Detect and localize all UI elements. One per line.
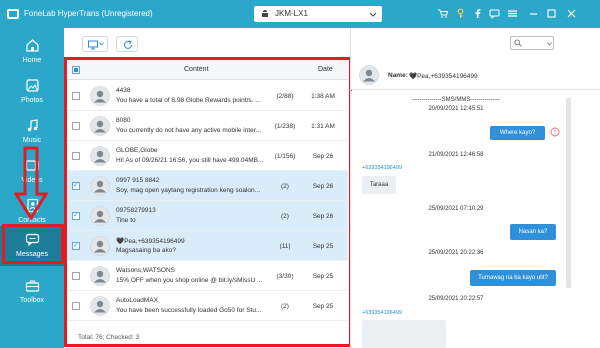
message-timestamp: 25/09/2021 20:22:36 — [428, 250, 484, 256]
refresh-button[interactable] — [116, 36, 138, 52]
toolbox-icon — [25, 280, 40, 292]
home-icon — [26, 39, 39, 52]
conversation-toolbar — [351, 28, 600, 60]
message-bubble-incoming: Taraaa — [362, 176, 396, 194]
search-icon — [514, 39, 522, 47]
message-timestamp: 25/09/2021 07:10:29 — [428, 206, 484, 212]
message-sender: +639354196499 — [362, 165, 402, 171]
photos-icon — [26, 79, 39, 92]
conversation-name: 🖤Pea,+639354196499 — [409, 73, 478, 80]
chevron-down-icon — [547, 42, 552, 46]
avatar — [359, 65, 379, 85]
alert-icon — [550, 127, 560, 137]
sidebar-item-label: Toolbox — [19, 297, 45, 304]
message-bubble-incoming — [362, 320, 446, 348]
sidebar-item-label: Photos — [21, 97, 43, 104]
message-bubble-outgoing: Where kayo? — [490, 126, 545, 140]
sidebar-item-label: Music — [22, 137, 42, 144]
sidebar-item-label: Home — [22, 57, 42, 64]
chevron-down-icon — [369, 12, 377, 17]
list-toolbar — [64, 28, 350, 60]
menu-icon[interactable] — [507, 8, 518, 19]
message-sender: +639354196499 — [362, 310, 402, 316]
message-timestamp: 25/09/2021 20:22:57 — [428, 296, 484, 302]
music-icon — [27, 119, 38, 132]
highlight-box-message-list — [64, 57, 352, 347]
title-bar: FoneLab HyperTrans (Unregistered) JKM-LX… — [0, 0, 600, 28]
chevron-down-icon — [99, 42, 104, 46]
message-type-label: SMS/MMS — [441, 97, 471, 103]
conversation-name-label: Name: — [388, 72, 408, 79]
android-icon — [262, 10, 268, 17]
computer-icon — [88, 40, 98, 50]
message-bubble-outgoing: Tumawag na ba kayo ulit? — [470, 270, 556, 286]
message-bubble-outgoing: Nasan ka? — [510, 224, 556, 240]
refresh-icon — [123, 40, 133, 49]
chat-icon[interactable] — [489, 8, 500, 19]
device-selector[interactable]: JKM-LX1 — [254, 6, 382, 22]
maximize-icon[interactable] — [546, 8, 557, 19]
conversation-header: Name: 🖤Pea,+639354196499 — [351, 60, 600, 90]
facebook-icon[interactable] — [472, 8, 483, 19]
key-icon[interactable] — [455, 8, 466, 19]
message-type-divider: ---------------SMS/MMS--------------- — [411, 97, 501, 103]
app-title: FoneLab HyperTrans (Unregistered) — [24, 9, 153, 18]
cart-icon[interactable] — [437, 8, 448, 19]
search-box[interactable] — [510, 36, 554, 50]
minimize-icon[interactable] — [528, 8, 539, 19]
message-timestamp: 20/09/2021 12:45:51 — [428, 106, 484, 112]
sidebar-item-home[interactable]: Home — [0, 32, 64, 72]
device-name: JKM-LX1 — [275, 9, 308, 18]
scrollbar[interactable] — [566, 98, 571, 288]
message-timestamp: 21/09/2021 12:46:58 — [428, 152, 484, 158]
export-to-pc-button[interactable] — [82, 36, 108, 52]
sidebar-item-photos[interactable]: Photos — [0, 72, 64, 112]
close-icon[interactable] — [566, 8, 577, 19]
arrow-down-icon — [14, 146, 48, 221]
sidebar-item-toolbox[interactable]: Toolbox — [0, 272, 64, 312]
highlight-box-messages-nav — [2, 224, 64, 264]
app-logo-icon — [7, 9, 19, 19]
